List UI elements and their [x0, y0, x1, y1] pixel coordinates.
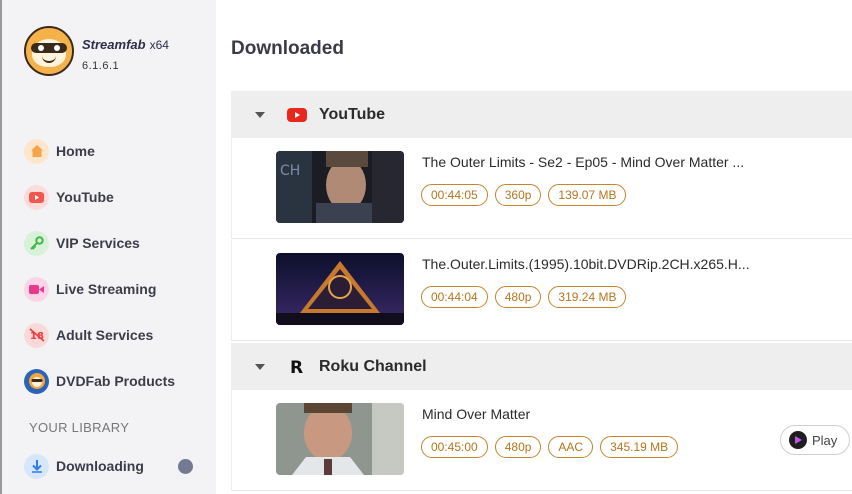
- app-version: 6.1.6.1: [82, 60, 120, 72]
- svg-text:CH: CH: [280, 163, 300, 179]
- video-thumbnail[interactable]: [276, 403, 404, 475]
- play-button[interactable]: Play: [780, 425, 850, 455]
- video-thumbnail[interactable]: CH: [276, 151, 404, 223]
- brand: Streamfab x64 6.1.6.1: [24, 26, 169, 76]
- video-tags: 00:44:04 480p 319.24 MB: [421, 286, 627, 308]
- group-name: YouTube: [319, 105, 386, 123]
- size-badge: 345.19 MB: [600, 436, 679, 458]
- sidebar-item-label: Live Streaming: [56, 281, 157, 297]
- collapse-caret-icon[interactable]: [255, 111, 265, 118]
- play-logo-icon: [789, 431, 807, 449]
- video-title: Mind Over Matter: [422, 406, 531, 422]
- app-name: Streamfab: [82, 37, 146, 52]
- roku-icon: R: [287, 358, 307, 376]
- no-18-icon: 18: [24, 322, 49, 348]
- size-badge: 139.07 MB: [548, 184, 627, 206]
- duration-badge: 00:44:05: [421, 184, 488, 206]
- resolution-badge: 480p: [494, 286, 542, 308]
- sidebar-item-vip-services[interactable]: VIP Services: [24, 220, 204, 266]
- duration-badge: 00:45:00: [421, 436, 488, 458]
- home-icon: [24, 138, 49, 164]
- sidebar-item-label: Home: [56, 143, 95, 159]
- sidebar-item-label: Adult Services: [56, 327, 154, 343]
- sidebar-item-dvdfab-products[interactable]: DVDFab Products: [24, 358, 204, 404]
- sidebar-item-label: YouTube: [56, 189, 114, 205]
- downloading-status-dot: [178, 459, 193, 474]
- page-title: Downloaded: [231, 38, 344, 59]
- sidebar-item-youtube[interactable]: YouTube: [24, 174, 204, 220]
- video-camera-icon: [24, 276, 49, 302]
- video-title: The.Outer.Limits.(1995).10bit.DVDRip.2CH…: [422, 256, 750, 272]
- audio-badge: AAC: [548, 436, 594, 458]
- sidebar: Streamfab x64 6.1.6.1 Home YouTube VIP Se…: [0, 0, 216, 494]
- library-heading: YOUR LIBRARY: [29, 420, 130, 435]
- sidebar-item-label: Downloading: [56, 458, 144, 474]
- video-thumbnail[interactable]: [276, 253, 404, 325]
- sidebar-item-label: VIP Services: [56, 235, 140, 251]
- group-header-youtube[interactable]: YouTube: [231, 91, 852, 138]
- sidebar-item-adult-services[interactable]: 18 Adult Services: [24, 312, 204, 358]
- list-item[interactable]: The.Outer.Limits.(1995).10bit.DVDRip.2CH…: [231, 240, 852, 341]
- download-icon: [24, 453, 49, 479]
- app-arch: x64: [149, 38, 169, 52]
- resolution-badge: 480p: [494, 436, 542, 458]
- dvdfab-icon: [24, 368, 49, 394]
- group-name: Roku Channel: [319, 357, 427, 375]
- resolution-badge: 360p: [494, 184, 542, 206]
- size-badge: 319.24 MB: [548, 286, 627, 308]
- sidebar-item-downloading[interactable]: Downloading: [24, 453, 199, 479]
- duration-badge: 00:44:04: [421, 286, 488, 308]
- collapse-caret-icon[interactable]: [255, 363, 265, 370]
- play-label: Play: [812, 432, 838, 448]
- svg-text:R: R: [290, 358, 303, 376]
- sidebar-nav: Home YouTube VIP Services Live Streaming…: [24, 128, 204, 404]
- sloth-logo: [24, 26, 74, 76]
- group-header-roku-channel[interactable]: R Roku Channel: [231, 343, 852, 390]
- video-tags: 00:44:05 360p 139.07 MB: [421, 184, 627, 206]
- list-item[interactable]: CH The Outer Limits - Se2 - Ep05 - Mind …: [231, 138, 852, 239]
- key-icon: [24, 230, 49, 256]
- sidebar-item-home[interactable]: Home: [24, 128, 204, 174]
- list-item[interactable]: Mind Over Matter 00:45:00 480p AAC 345.1…: [231, 390, 852, 491]
- video-tags: 00:45:00 480p AAC 345.19 MB: [421, 436, 679, 458]
- youtube-icon: [24, 184, 49, 210]
- sidebar-item-label: DVDFab Products: [56, 373, 176, 389]
- youtube-icon: [287, 107, 307, 122]
- sidebar-item-live-streaming[interactable]: Live Streaming: [24, 266, 204, 312]
- video-title: The Outer Limits - Se2 - Ep05 - Mind Ove…: [422, 154, 745, 170]
